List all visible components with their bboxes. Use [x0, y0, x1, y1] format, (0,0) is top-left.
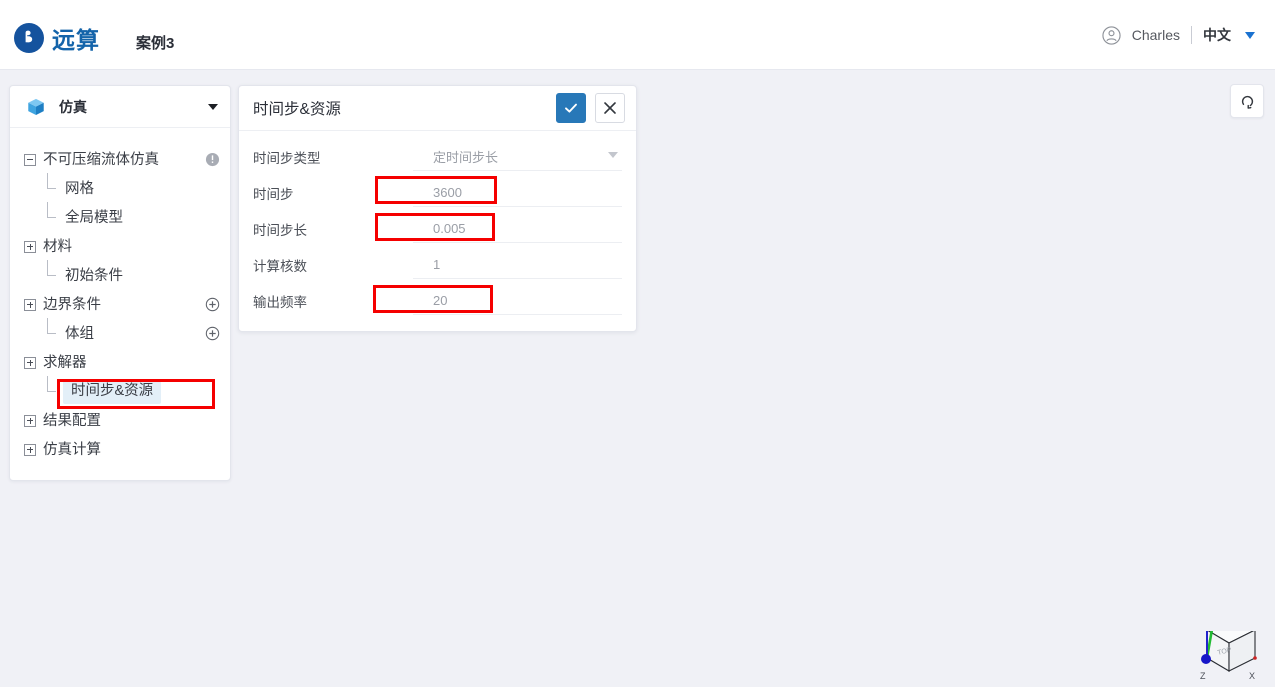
expand-icon[interactable]: [24, 356, 36, 369]
add-icon[interactable]: [205, 326, 220, 341]
top-bar-right: Charles 中文: [1102, 25, 1255, 45]
tree-item-label: 不可压缩流体仿真: [43, 151, 159, 168]
svg-text:Y: Y: [1227, 594, 1233, 604]
expand-icon[interactable]: [24, 443, 36, 456]
tree-item-label-wrap: 初始条件: [65, 268, 123, 284]
reset-view-icon: [1241, 95, 1253, 109]
select-0[interactable]: 定时间步长: [413, 143, 622, 171]
user-avatar-icon: [1102, 25, 1121, 45]
tree-item-7[interactable]: 求解器: [10, 348, 230, 377]
expand-icon[interactable]: [24, 240, 36, 253]
tree-branch-line: [46, 317, 58, 340]
tree-item-1[interactable]: 网格: [10, 172, 230, 203]
form-row-3: 计算核数 1: [239, 247, 636, 283]
tree-item-label: 时间步&资源: [71, 383, 154, 399]
expand-icon[interactable]: [24, 414, 36, 427]
form-value-4: 20: [433, 293, 448, 308]
case-name: 案例3: [136, 35, 175, 52]
tree-item-label: 边界条件: [43, 296, 101, 313]
sidebar-panel: 仿真 不可压缩流体仿真网格全局模型材料初始条件边界条件体组求解器时间步&资源结果…: [9, 85, 231, 481]
yuansuan-logo-icon: [14, 23, 44, 53]
tree-item-label-wrap: 时间步&资源: [63, 379, 162, 404]
language-label[interactable]: 中文: [1203, 25, 1231, 45]
form-row-1: 时间步 3600: [239, 175, 636, 211]
form-row-0: 时间步类型 定时间步长: [239, 139, 636, 175]
form-row-4: 输出频率 20: [239, 283, 636, 319]
sidebar-title: 仿真: [59, 98, 87, 115]
tree-item-4[interactable]: 初始条件: [10, 259, 230, 290]
form-label-0: 时间步类型: [253, 151, 321, 166]
brand-name: 远算: [52, 27, 100, 53]
tree-item-label-wrap: 网格: [65, 181, 94, 197]
tree-item-label: 求解器: [43, 354, 87, 371]
user-name[interactable]: Charles: [1132, 27, 1180, 43]
tree-item-9[interactable]: 结果配置: [10, 406, 230, 435]
svg-text:X: X: [1249, 671, 1255, 681]
cube-icon: [26, 97, 46, 117]
tree-item-10[interactable]: 仿真计算: [10, 435, 230, 464]
brand-logo[interactable]: 远算: [14, 21, 100, 55]
form-value-3: 1: [433, 257, 441, 272]
tree-item-label-wrap: 求解器: [43, 355, 87, 371]
dialog-form: 时间步类型 定时间步长时间步 3600 时间步长 0.005 计算核数 1 输出频率 20: [239, 131, 636, 331]
tree-item-label-wrap: 结果配置: [43, 413, 101, 429]
tree-item-label: 结果配置: [43, 412, 101, 429]
form-value-1: 3600: [433, 185, 462, 200]
info-icon[interactable]: [205, 152, 220, 167]
tree-item-3[interactable]: 材料: [10, 232, 230, 261]
input-2[interactable]: 0.005: [413, 215, 622, 243]
tree-item-6[interactable]: 体组: [10, 317, 230, 348]
top-bar-divider: [1191, 26, 1192, 44]
tree-item-0[interactable]: 不可压缩流体仿真: [10, 145, 230, 174]
tree-item-label: 仿真计算: [43, 441, 101, 458]
add-icon[interactable]: [205, 297, 220, 312]
form-value-0: 定时间步长: [433, 150, 499, 165]
input-4[interactable]: 20: [413, 287, 622, 315]
orientation-axis-gizmo[interactable]: TOP Y Z X: [1185, 582, 1265, 687]
bottom-strip: [0, 608, 1275, 631]
svg-text:Z: Z: [1200, 671, 1206, 681]
tree-item-8[interactable]: 时间步&资源: [10, 375, 230, 406]
tree-item-label-wrap: 体组: [65, 326, 94, 342]
tree-item-label: 材料: [43, 238, 72, 255]
tree-item-label-wrap: 仿真计算: [43, 442, 101, 458]
timestep-resource-dialog: 时间步&资源 时间步类型 定时间步长时间步 3600 时间步长 0.005 计算核数 1 输出…: [238, 85, 637, 332]
tree-item-5[interactable]: 边界条件: [10, 290, 230, 319]
reset-view-button[interactable]: [1230, 84, 1264, 118]
form-label-2: 时间步长: [253, 223, 307, 238]
dialog-title: 时间步&资源: [253, 101, 341, 118]
tree-item-2[interactable]: 全局模型: [10, 201, 230, 232]
tree-branch-line: [46, 201, 58, 224]
expand-icon[interactable]: [24, 298, 36, 311]
tree-branch-line: [46, 259, 58, 282]
sidebar-header[interactable]: 仿真: [10, 86, 230, 128]
chevron-down-icon[interactable]: [608, 152, 618, 158]
chevron-down-icon[interactable]: [208, 103, 218, 110]
top-bar: 远算 案例3 Charles 中文: [0, 0, 1275, 70]
input-1[interactable]: 3600: [413, 179, 622, 207]
tree-branch-line: [46, 172, 58, 195]
form-label-1: 时间步: [253, 187, 294, 202]
chevron-down-icon[interactable]: [1245, 31, 1255, 39]
simulation-tree: 不可压缩流体仿真网格全局模型材料初始条件边界条件体组求解器时间步&资源结果配置仿…: [10, 128, 230, 480]
close-button[interactable]: [595, 93, 625, 123]
form-value-2: 0.005: [433, 221, 466, 236]
form-label-3: 计算核数: [253, 259, 307, 274]
tree-branch-line: [46, 375, 58, 398]
tree-item-label: 体组: [65, 325, 94, 342]
collapse-icon[interactable]: [24, 153, 36, 166]
tree-item-label-wrap: 材料: [43, 239, 72, 255]
form-label-4: 输出频率: [253, 295, 307, 310]
dialog-header: 时间步&资源: [239, 86, 636, 131]
tree-item-label-wrap: 边界条件: [43, 297, 101, 313]
form-row-2: 时间步长 0.005: [239, 211, 636, 247]
input-3[interactable]: 1: [413, 251, 622, 279]
tree-item-label-wrap: 不可压缩流体仿真: [43, 152, 159, 168]
tree-item-label: 网格: [65, 180, 94, 197]
tree-item-label: 全局模型: [65, 209, 123, 226]
confirm-button[interactable]: [556, 93, 586, 123]
tree-item-label: 初始条件: [65, 267, 123, 284]
tree-item-label-wrap: 全局模型: [65, 210, 123, 226]
